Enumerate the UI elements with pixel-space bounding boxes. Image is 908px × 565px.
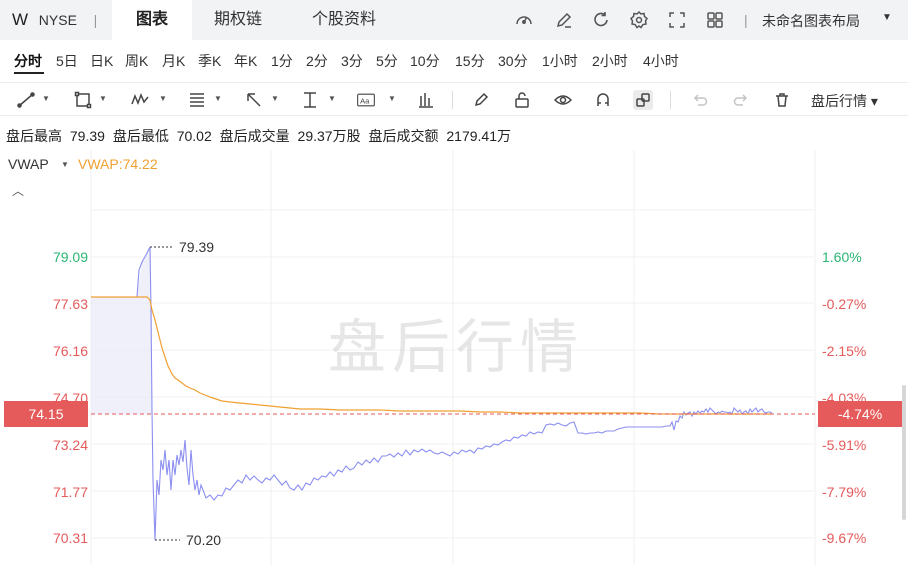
stat-amount-label: 盘后成交额 [368, 128, 439, 144]
tab-chart[interactable]: 图表 [112, 0, 192, 40]
text-annotation-icon[interactable]: Aa [356, 90, 380, 110]
chevron-down-icon[interactable]: ▼ [159, 94, 167, 103]
right-axis-tick: 1.60% [822, 249, 862, 265]
magnet-icon[interactable] [593, 90, 613, 110]
ticker-exchange: NYSE [38, 12, 77, 28]
high-marker-label: 79.39 [179, 239, 215, 255]
speedometer-icon[interactable] [514, 10, 534, 30]
period-tab[interactable]: 4小时 [643, 51, 679, 71]
current-change-tag: -4.74% [818, 401, 902, 427]
period-tab[interactable]: 30分 [498, 51, 528, 71]
indicator-value: VWAP:74.22 [78, 156, 158, 172]
trash-icon[interactable] [772, 90, 792, 110]
period-tab[interactable]: 2分 [306, 51, 328, 71]
grid-icon[interactable] [705, 10, 725, 30]
lock-icon[interactable] [512, 90, 532, 110]
right-axis-tick: -0.27% [822, 296, 867, 312]
price-area-fill [91, 247, 152, 414]
chevron-down-icon[interactable]: ▼ [99, 94, 107, 103]
right-axis-tick: -5.91% [822, 437, 867, 453]
ticker: W NYSE | [12, 10, 97, 30]
chart-watermark: 盘后行情 [328, 315, 585, 380]
right-axis-tick: -9.67% [822, 530, 867, 546]
period-tab[interactable]: 5日 [56, 51, 78, 71]
low-marker-label: 70.20 [186, 532, 222, 548]
period-tab[interactable]: 1小时 [542, 51, 578, 71]
chevron-down-icon[interactable]: ▼ [328, 94, 336, 103]
current-price-tag: 74.15 [4, 401, 88, 427]
chevron-down-icon[interactable]: ▼ [42, 94, 50, 103]
pencil-icon[interactable] [554, 10, 574, 30]
price-chart[interactable]: 盘后行情 79.09 77.63 76.16 74.70 73.24 71.77… [0, 150, 908, 565]
indicator-name[interactable]: VWAP [8, 156, 49, 172]
svg-text:Aa: Aa [360, 96, 370, 105]
layout-separator: | [744, 12, 748, 28]
left-axis-tick: 79.09 [52, 249, 88, 265]
period-tab[interactable]: 15分 [455, 51, 485, 71]
period-tab[interactable]: 2小时 [592, 51, 628, 71]
stat-high-label: 盘后最高 [6, 128, 62, 144]
period-tab[interactable]: 分时 [14, 51, 42, 71]
period-tab[interactable]: 季K [198, 51, 221, 71]
price-range-icon[interactable] [300, 90, 320, 110]
chevron-down-icon[interactable]: ▼ [271, 94, 279, 103]
link-icon[interactable] [633, 90, 653, 110]
period-bar: 分时 5日 日K 周K 月K 季K 年K 1分 2分 3分 5分 10分 15分… [0, 40, 908, 109]
ticker-separator: | [93, 12, 98, 28]
chevron-down-icon[interactable]: ▼ [214, 94, 222, 103]
wave-pattern-icon[interactable] [130, 90, 150, 110]
fibonacci-icon[interactable] [187, 90, 207, 110]
trend-line-icon[interactable] [16, 90, 36, 110]
drawing-toolbar: ▼ ▼ ▼ ▼ ▼ ▼ Aa ▼ [0, 82, 908, 116]
top-bar: W NYSE | 图表 期权链 个股资料 | 未命名图表布局 ▼ [0, 0, 908, 40]
period-tab[interactable]: 1分 [271, 51, 293, 71]
chevron-down-icon[interactable]: ▼ [882, 12, 892, 23]
left-axis-tick: 77.63 [52, 296, 88, 312]
right-axis-tick: -7.79% [822, 484, 867, 500]
left-axis-tick: 70.31 [52, 530, 88, 546]
period-tab[interactable]: 年K [234, 51, 257, 71]
chevron-down-icon[interactable]: ▼ [388, 94, 396, 103]
period-tab[interactable]: 月K [162, 51, 185, 71]
price-line [91, 246, 773, 541]
fullscreen-icon[interactable] [667, 10, 687, 30]
stat-low-value: 70.02 [176, 128, 212, 144]
stat-low-label: 盘后最低 [112, 128, 169, 144]
left-axis-tick: 71.77 [52, 484, 88, 500]
period-tab[interactable]: 日K [90, 51, 113, 71]
arrow-icon[interactable] [244, 90, 264, 110]
rectangle-icon[interactable] [73, 90, 93, 110]
period-tab[interactable]: 5分 [376, 51, 398, 71]
stat-amount-value: 2179.41万 [446, 128, 511, 144]
period-tab[interactable]: 3分 [341, 51, 363, 71]
gear-icon[interactable] [629, 10, 649, 30]
brush-icon[interactable] [471, 90, 491, 110]
refresh-icon[interactable] [591, 10, 611, 30]
right-axis-tick: -2.15% [822, 343, 867, 359]
toolbar-divider [670, 91, 671, 109]
period-tab[interactable]: 10分 [410, 51, 440, 71]
tab-options-chain[interactable]: 期权链 [198, 0, 278, 40]
ticker-symbol: W [12, 10, 29, 29]
undo-icon[interactable] [690, 90, 710, 110]
tab-stock-profile[interactable]: 个股资料 [296, 0, 392, 40]
active-period-indicator [14, 72, 44, 74]
after-hours-stats: 盘后最高 79.39 盘后最低 70.02 盘后成交量 29.37万股 盘后成交… [6, 126, 515, 146]
toolbar-divider [452, 91, 453, 109]
left-axis-tick: 73.24 [52, 437, 88, 453]
eye-icon[interactable] [553, 90, 573, 110]
bar-pattern-icon[interactable] [416, 90, 436, 110]
stat-volume-label: 盘后成交量 [219, 128, 290, 144]
redo-icon[interactable] [731, 90, 751, 110]
period-tab[interactable]: 周K [125, 51, 148, 71]
scrollbar[interactable] [902, 385, 906, 520]
left-axis-tick: 76.16 [52, 343, 88, 359]
layout-selector[interactable]: 未命名图表布局 [762, 11, 860, 31]
stat-volume-value: 29.37万股 [297, 128, 361, 144]
chevron-down-icon[interactable]: ▼ [61, 160, 69, 169]
collapse-icon[interactable]: ︿ [12, 182, 24, 199]
stat-high-value: 79.39 [69, 128, 105, 144]
